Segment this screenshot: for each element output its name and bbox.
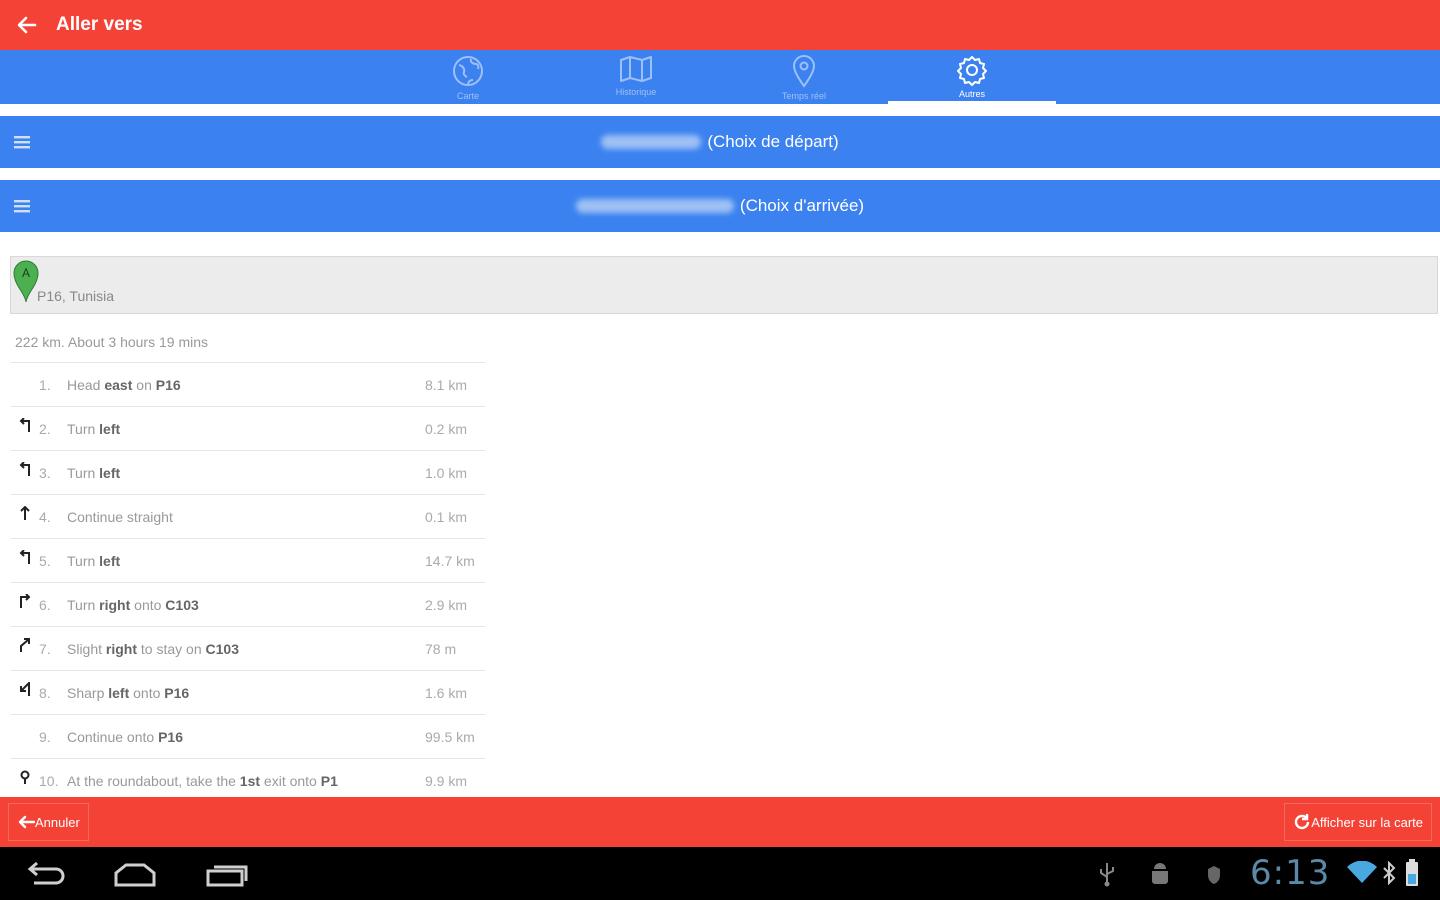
step-number: 4. [39, 509, 51, 525]
step-distance: 0.1 km [425, 509, 468, 525]
show-on-map-label: Afficher sur la carte [1311, 814, 1423, 830]
step-instruction: Continue straight [67, 509, 173, 525]
origin-address: P16, Tunisia [37, 288, 115, 304]
step-instruction: Turn right onto C103 [67, 597, 199, 613]
step-number: 1. [39, 377, 51, 393]
tab-label: Temps réel [781, 91, 826, 101]
blurred-departure-address [601, 135, 702, 149]
route-origin: A P16, Tunisia [10, 256, 1438, 314]
slight-right-icon [18, 638, 32, 652]
location-pin-icon [792, 55, 816, 88]
tab-bar: Carte Historique Temps réel Autres [0, 50, 1440, 104]
step-instruction: At the roundabout, take the 1st exit ont… [67, 773, 338, 789]
direction-step: 1. Head east on P16 8.1 km [11, 362, 485, 406]
tab-carte[interactable]: Carte [384, 50, 552, 104]
bottom-action-bar: Annuler Afficher sur la carte [0, 797, 1440, 847]
step-instruction: Turn left [67, 465, 121, 481]
android-debug-icon [1152, 863, 1168, 884]
arrival-label: (Choix d'arrivée) [739, 196, 865, 215]
step-number: 5. [39, 553, 51, 569]
show-on-map-button[interactable]: Afficher sur la carte [1284, 803, 1432, 841]
menu-icon[interactable] [12, 197, 32, 215]
step-distance: 8.1 km [425, 377, 468, 393]
menu-icon[interactable] [12, 133, 32, 151]
step-distance: 14.7 km [425, 553, 475, 569]
step-number: 7. [39, 641, 51, 657]
step-distance: 0.2 km [425, 421, 468, 437]
roundabout-icon [18, 770, 32, 784]
step-distance: 99.5 km [425, 729, 475, 745]
recent-apps-icon[interactable] [204, 863, 250, 889]
tab-autres[interactable]: Autres [888, 50, 1056, 104]
direction-step: 7. Slight right to stay on C103 78 m [11, 626, 485, 670]
page-title: Aller vers [56, 14, 143, 35]
step-distance: 1.0 km [425, 465, 468, 481]
step-distance: 78 m [425, 641, 457, 657]
tab-label: Autres [958, 89, 985, 99]
route-summary: 222 km. About 3 hours 19 mins [15, 334, 208, 350]
direction-step: 8. Sharp left onto P16 1.6 km [11, 670, 485, 714]
step-instruction: Slight right to stay on C103 [67, 641, 239, 657]
step-number: 8. [39, 685, 51, 701]
app-bar: Aller vers [0, 0, 1440, 50]
step-instruction: Head east on P16 [67, 377, 181, 393]
back-arrow-icon[interactable] [6, 0, 46, 50]
arrival-selector[interactable]: (Choix d'arrivée) [0, 180, 1440, 232]
tab-temps-reel[interactable]: Temps réel [720, 50, 888, 104]
step-number: 3. [39, 465, 51, 481]
step-distance: 9.9 km [425, 773, 468, 789]
globe-icon [453, 56, 483, 86]
usb-icon [1100, 863, 1114, 887]
tab-historique[interactable]: Historique [552, 50, 720, 104]
blurred-arrival-address [575, 199, 734, 213]
back-nav-icon[interactable] [24, 859, 68, 887]
direction-step: 5. Turn left 14.7 km [11, 538, 485, 582]
step-instruction: Sharp left onto P16 [67, 685, 190, 701]
system-nav-bar: 6:13 [0, 847, 1440, 900]
arrow-left-icon [18, 815, 35, 829]
gear-icon [957, 56, 987, 86]
step-distance: 1.6 km [425, 685, 468, 701]
direction-step: 9. Continue onto P16 99.5 km [11, 714, 485, 758]
refresh-icon [1295, 814, 1310, 830]
direction-step: 3. Turn left 1.0 km [11, 450, 485, 494]
cancel-button[interactable]: Annuler [8, 803, 89, 841]
bluetooth-icon [1383, 861, 1396, 885]
direction-step: 6. Turn right onto C103 2.9 km [11, 582, 485, 626]
step-instruction: Continue onto P16 [67, 729, 183, 745]
shield-icon [1208, 866, 1220, 884]
directions-list: 1. Head east on P16 8.1 km 2. Turn left 0.2 k… [11, 362, 485, 802]
map-icon [620, 56, 652, 82]
step-number: 2. [39, 421, 51, 437]
tab-label: Carte [456, 91, 479, 101]
home-nav-icon[interactable] [112, 863, 158, 887]
step-number: 9. [39, 729, 51, 745]
step-distance: 2.9 km [425, 597, 468, 613]
direction-step: 2. Turn left 0.2 km [11, 406, 485, 450]
sharp-left-icon [18, 680, 32, 696]
step-instruction: Turn left [67, 421, 121, 437]
straight-icon [18, 505, 32, 520]
battery-icon [1406, 859, 1418, 886]
turn-right-icon [18, 593, 32, 608]
cancel-label: Annuler [35, 814, 80, 830]
wifi-icon [1347, 861, 1377, 883]
step-number: 6. [39, 597, 51, 613]
status-clock: 6:13 [1250, 853, 1331, 893]
step-number: 10. [39, 773, 59, 789]
turn-left-icon [18, 549, 32, 564]
tab-label: Historique [615, 87, 657, 97]
direction-step: 4. Continue straight 0.1 km [11, 494, 485, 538]
step-instruction: Turn left [67, 553, 121, 569]
marker-label: A [22, 266, 30, 280]
turn-left-icon [18, 461, 32, 476]
marker-a-icon: A [13, 260, 39, 303]
turn-left-icon [18, 417, 32, 432]
direction-step: 10. At the roundabout, take the 1st exit … [11, 758, 485, 802]
departure-selector[interactable]: (Choix de départ) [0, 116, 1440, 168]
departure-label: (Choix de départ) [707, 132, 839, 151]
